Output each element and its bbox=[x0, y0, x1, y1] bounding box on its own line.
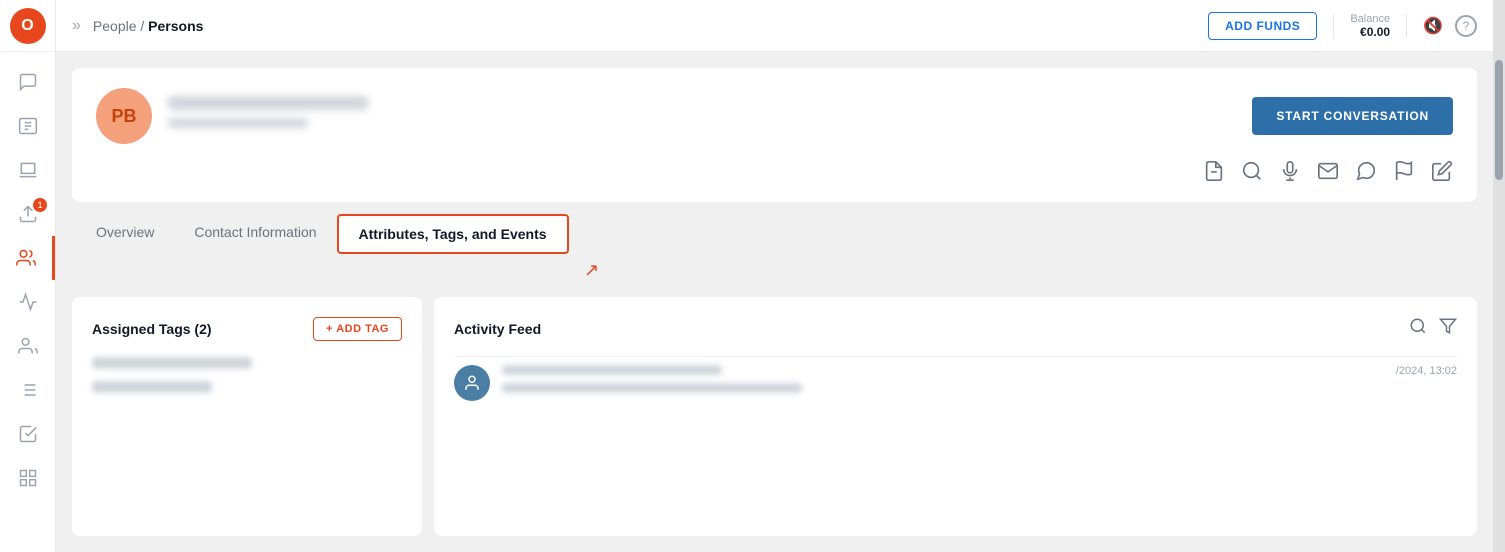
email-icon[interactable] bbox=[1317, 160, 1339, 182]
tags-title: Assigned Tags (2) bbox=[92, 321, 212, 337]
tab-attributes-tags-events[interactable]: Attributes, Tags, and Events bbox=[337, 214, 569, 254]
tabs: Overview Contact Information Attributes,… bbox=[72, 214, 1477, 254]
mute-icon[interactable]: 🔇 bbox=[1423, 16, 1443, 36]
balance-label: Balance bbox=[1350, 13, 1390, 25]
sidebar-item-campaigns[interactable] bbox=[0, 148, 55, 192]
profile-name-area bbox=[168, 96, 1236, 136]
content-area: PB START CONVERSATION bbox=[56, 52, 1493, 552]
arrow-down-icon: ↗ bbox=[584, 260, 599, 281]
sidebar-item-workflows[interactable] bbox=[0, 412, 55, 456]
tags-panel: Assigned Tags (2) + ADD TAG bbox=[72, 297, 422, 536]
notes-icon[interactable] bbox=[1431, 160, 1453, 182]
sidebar-item-lists[interactable] bbox=[0, 368, 55, 412]
header-divider bbox=[1333, 14, 1334, 38]
sidebar-item-contacts[interactable] bbox=[0, 104, 55, 148]
activity-search-icon[interactable] bbox=[1409, 317, 1427, 340]
header-icons: 🔇 ? bbox=[1423, 15, 1477, 37]
flag-icon[interactable] bbox=[1393, 160, 1415, 182]
activity-filter-icon[interactable] bbox=[1439, 317, 1457, 340]
tag-item-2 bbox=[92, 381, 212, 393]
sidebar-item-inbox[interactable] bbox=[0, 60, 55, 104]
sidebar-item-people[interactable] bbox=[0, 236, 55, 280]
tag-item-1 bbox=[92, 357, 252, 369]
logo-icon: O bbox=[10, 8, 46, 44]
balance-amount: €0.00 bbox=[1360, 25, 1390, 39]
activity-timestamp: /2024, 13:02 bbox=[1396, 365, 1457, 377]
sidebar: O 1 bbox=[0, 0, 56, 552]
sidebar-nav: 1 bbox=[0, 52, 55, 552]
activity-avatar bbox=[454, 365, 490, 401]
activity-row-top: /2024, 13:02 bbox=[502, 365, 1457, 377]
sidebar-item-segments[interactable] bbox=[0, 324, 55, 368]
voice-icon[interactable] bbox=[1279, 160, 1301, 182]
breadcrumb-people[interactable]: People / bbox=[93, 18, 144, 34]
tab-arrow-indicator: ↗ bbox=[72, 260, 1477, 281]
inbox-badge: 1 bbox=[33, 198, 47, 212]
profile-subtitle-blurred bbox=[168, 118, 308, 128]
profile-card: PB START CONVERSATION bbox=[72, 68, 1477, 202]
activity-content: /2024, 13:02 bbox=[502, 365, 1457, 393]
tab-contact-information[interactable]: Contact Information bbox=[174, 214, 336, 254]
breadcrumb-current: Persons bbox=[148, 18, 203, 34]
tags-header: Assigned Tags (2) + ADD TAG bbox=[92, 317, 402, 341]
profile-name-blurred bbox=[168, 96, 368, 110]
profile-action-icons bbox=[96, 160, 1453, 182]
add-tag-button[interactable]: + ADD TAG bbox=[313, 317, 402, 341]
search-contact-icon[interactable] bbox=[1241, 160, 1263, 182]
header-divider-2 bbox=[1406, 14, 1407, 38]
activity-text-blurred bbox=[502, 365, 722, 375]
activity-panel: Activity Feed bbox=[434, 297, 1477, 536]
activity-header-icons bbox=[1409, 317, 1457, 340]
sidebar-item-analytics[interactable] bbox=[0, 280, 55, 324]
main-area: » People / Persons ADD FUNDS Balance €0.… bbox=[56, 0, 1493, 552]
profile-top: PB START CONVERSATION bbox=[96, 88, 1453, 144]
sidebar-item-more[interactable] bbox=[0, 456, 55, 500]
avatar: PB bbox=[96, 88, 152, 144]
note-icon[interactable] bbox=[1203, 160, 1225, 182]
sidebar-item-reports[interactable]: 1 bbox=[0, 192, 55, 236]
activity-title: Activity Feed bbox=[454, 321, 1409, 337]
panels: Assigned Tags (2) + ADD TAG Activity Fee… bbox=[72, 297, 1477, 536]
scrollbar-thumb bbox=[1495, 60, 1503, 180]
tab-overview[interactable]: Overview bbox=[76, 214, 174, 254]
activity-item: /2024, 13:02 bbox=[454, 356, 1457, 401]
whatsapp-icon[interactable] bbox=[1355, 160, 1377, 182]
breadcrumb: People / Persons bbox=[93, 18, 204, 34]
sidebar-logo[interactable]: O bbox=[0, 0, 56, 52]
start-conversation-button[interactable]: START CONVERSATION bbox=[1252, 97, 1453, 135]
sidebar-toggle[interactable]: » bbox=[72, 17, 81, 35]
balance-section: Balance €0.00 bbox=[1350, 13, 1390, 39]
top-header: » People / Persons ADD FUNDS Balance €0.… bbox=[56, 0, 1493, 52]
activity-detail-blurred bbox=[502, 383, 802, 393]
help-icon[interactable]: ? bbox=[1455, 15, 1477, 37]
header-right: ADD FUNDS Balance €0.00 🔇 ? bbox=[1208, 12, 1477, 40]
scrollbar[interactable] bbox=[1493, 0, 1505, 552]
activity-header: Activity Feed bbox=[454, 317, 1457, 340]
add-funds-button[interactable]: ADD FUNDS bbox=[1208, 12, 1317, 40]
